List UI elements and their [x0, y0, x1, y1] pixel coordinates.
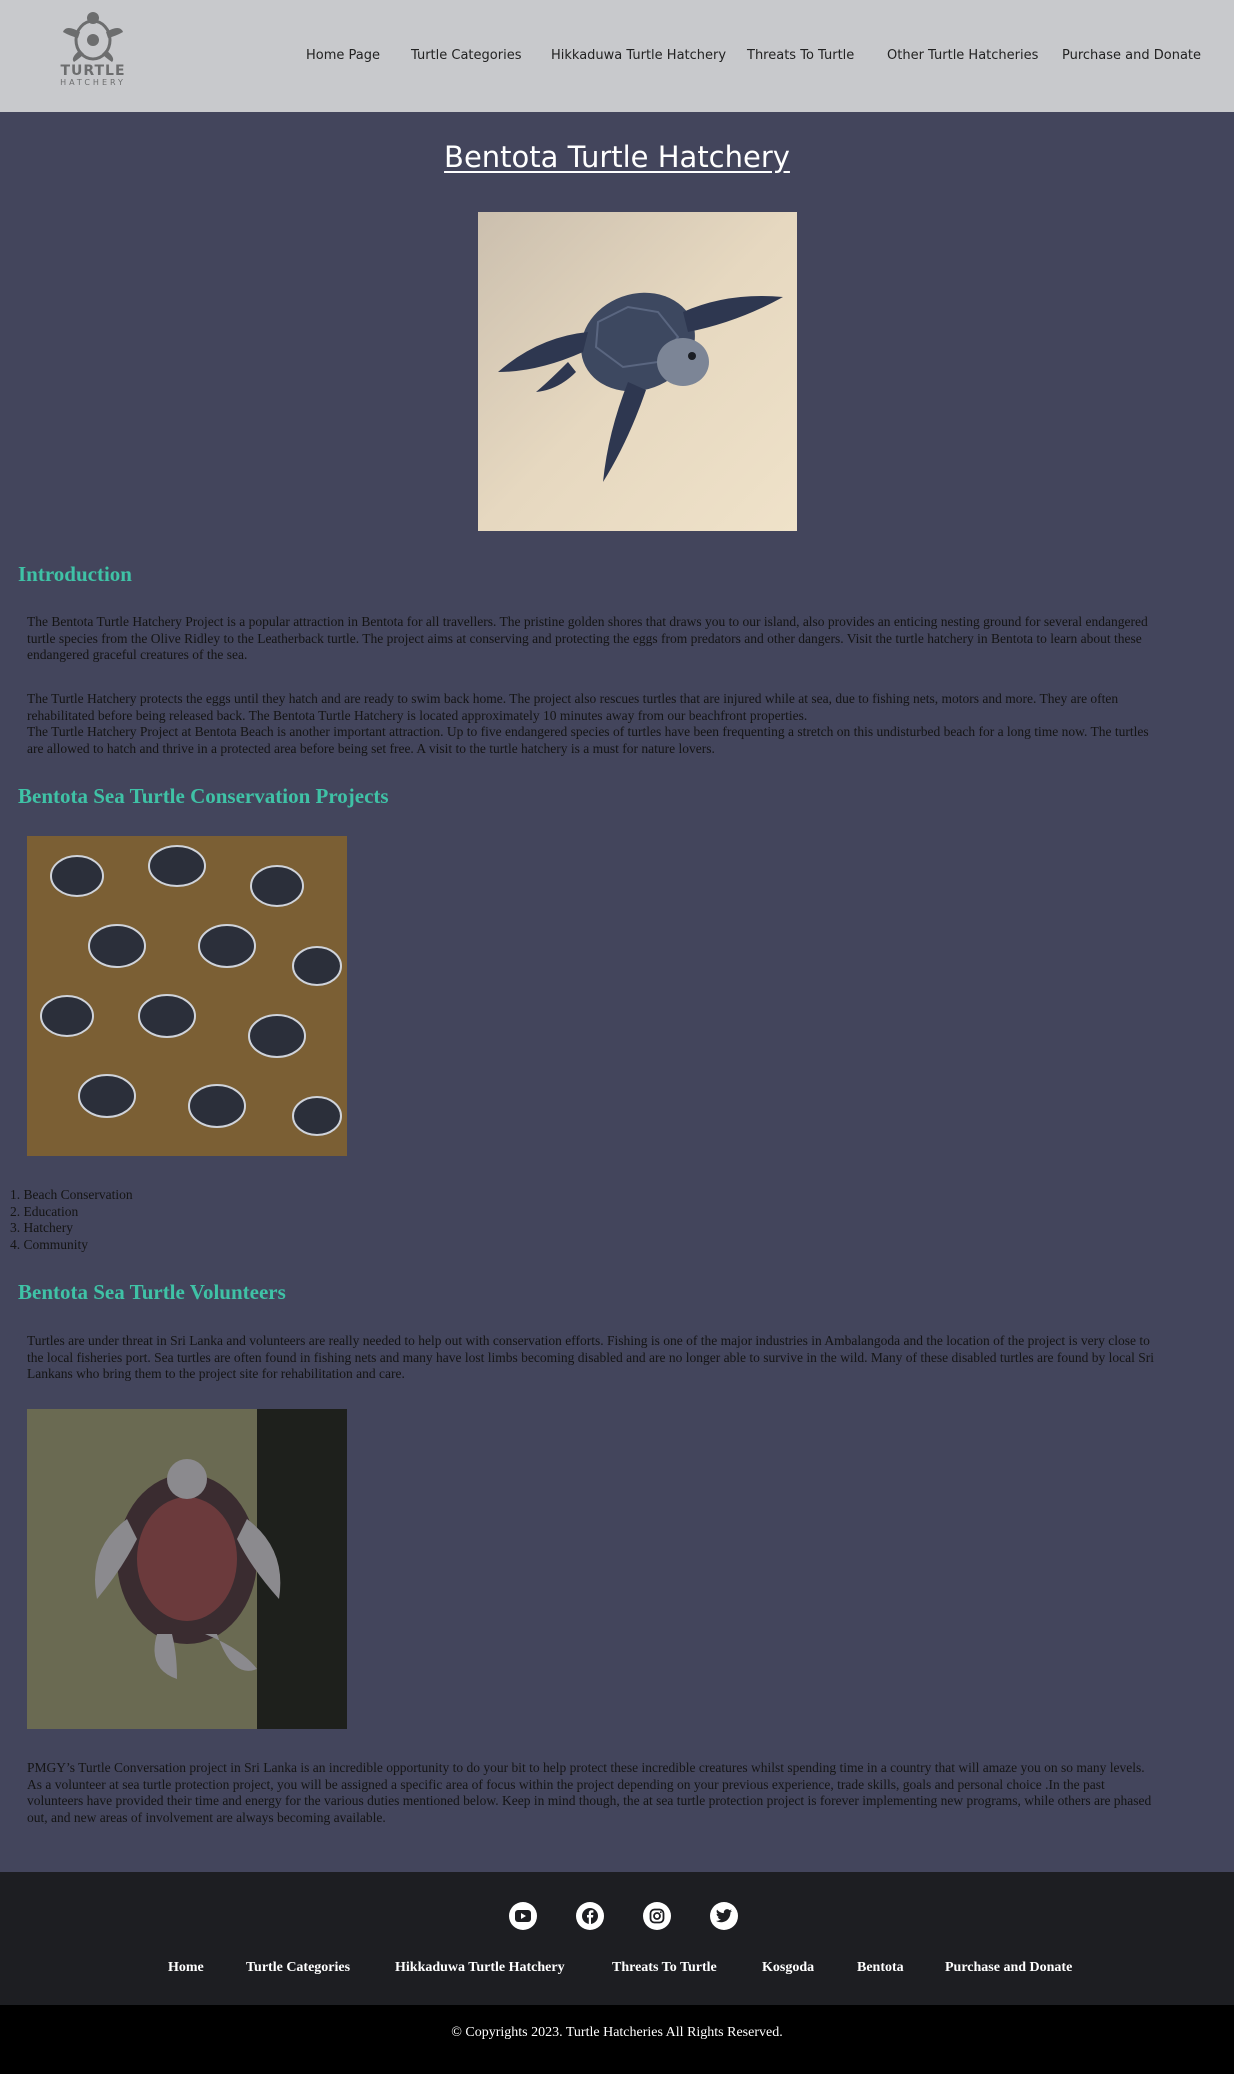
- list-item-label: Community: [23, 1237, 89, 1253]
- volunteers-paragraph-2: PMGY’s Turtle Conversation project in Sr…: [27, 1760, 1234, 1827]
- text-line: PMGY’s Turtle Conversation project in Sr…: [27, 1760, 1145, 1775]
- hatchlings-image: [27, 836, 347, 1156]
- facebook-icon[interactable]: [576, 1902, 604, 1930]
- footer-nav-threats-to-turtle[interactable]: Threats To Turtle: [612, 1960, 717, 1976]
- volunteers-paragraph-1: Turtles are under threat in Sri Lanka an…: [27, 1333, 1234, 1383]
- projects-list: 1. Beach Conservation 2. Education 3. Ha…: [10, 1187, 133, 1254]
- list-item-label: Education: [23, 1203, 79, 1219]
- swimming-turtle-image: [27, 1409, 347, 1729]
- nav-home-page[interactable]: Home Page: [306, 48, 380, 63]
- intro-paragraph-2: The Turtle Hatchery protects the eggs un…: [27, 691, 1234, 758]
- text-line: the local fisheries port. Sea turtles ar…: [27, 1349, 1154, 1365]
- section-heading-volunteers: Bentota Sea Turtle Volunteers: [18, 1280, 286, 1304]
- instagram-icon[interactable]: [643, 1902, 671, 1930]
- list-item: 3. Hatchery: [10, 1220, 73, 1236]
- text-line: The Bentota Turtle Hatchery Project is a…: [27, 614, 1148, 629]
- intro-paragraph-1: The Bentota Turtle Hatchery Project is a…: [27, 614, 1234, 664]
- twitter-icon[interactable]: [710, 1902, 738, 1930]
- list-item: 2. Education: [10, 1203, 79, 1219]
- logo-subtitle: HATCHERY: [60, 78, 126, 87]
- footer-nav-home[interactable]: Home: [168, 1960, 204, 1976]
- footer-nav-turtle-categories[interactable]: Turtle Categories: [246, 1960, 350, 1976]
- nav-hikkaduwa-turtle-hatchery[interactable]: Hikkaduwa Turtle Hatchery: [551, 48, 726, 63]
- main-nav: Home Page Turtle Categories Hikkaduwa Tu…: [0, 48, 1234, 68]
- nav-purchase-and-donate[interactable]: Purchase and Donate: [1062, 48, 1201, 63]
- footer-nav-hikkaduwa-turtle-hatchery[interactable]: Hikkaduwa Turtle Hatchery: [395, 1960, 565, 1976]
- text-line: The Turtle Hatchery protects the eggs un…: [27, 691, 1119, 706]
- nav-other-turtle-hatcheries[interactable]: Other Turtle Hatcheries: [887, 48, 1038, 63]
- text-line: turtle species from the Olive Ridley to …: [27, 630, 1142, 646]
- nav-threats-to-turtle[interactable]: Threats To Turtle: [747, 48, 854, 63]
- text-line: Lankans who bring them to the project si…: [27, 1366, 405, 1382]
- list-item-label: Hatchery: [23, 1220, 73, 1236]
- text-line: rehabilitated before being released back…: [27, 707, 808, 723]
- text-line: As a volunteer at sea turtle protection …: [27, 1776, 1105, 1792]
- text-line: Turtles are under threat in Sri Lanka an…: [27, 1333, 1150, 1348]
- copyright-text: © Copyrights 2023. Turtle Hatcheries All…: [451, 2025, 783, 2040]
- text-line: endangered graceful creatures of the sea…: [27, 647, 248, 663]
- footer-nav-kosgoda[interactable]: Kosgoda: [762, 1960, 814, 1976]
- site-header: TURTLE HATCHERY Home Page Turtle Categor…: [0, 0, 1234, 112]
- section-heading-conservation-projects: Bentota Sea Turtle Conservation Projects: [18, 784, 389, 808]
- text-line: The Turtle Hatchery Project at Bentota B…: [27, 724, 1149, 740]
- list-item: 1. Beach Conservation: [10, 1187, 133, 1202]
- text-line: out, and new areas of involvement are al…: [27, 1810, 386, 1826]
- hero-turtle-image: [478, 212, 797, 531]
- youtube-icon[interactable]: [509, 1902, 537, 1930]
- copyright-bar: © Copyrights 2023. Turtle Hatcheries All…: [0, 2005, 1234, 2074]
- footer-nav-bentota[interactable]: Bentota: [857, 1960, 904, 1976]
- list-item: 4. Community: [10, 1237, 89, 1253]
- section-heading-introduction: Introduction: [18, 562, 132, 586]
- text-line: volunteers have provided their time and …: [27, 1793, 1152, 1809]
- site-footer: Home Turtle Categories Hikkaduwa Turtle …: [0, 1872, 1234, 2005]
- list-item-label: Beach Conservation: [23, 1187, 133, 1202]
- page-title: Bentota Turtle Hatchery: [444, 140, 790, 174]
- nav-turtle-categories[interactable]: Turtle Categories: [411, 48, 521, 63]
- footer-nav-purchase-and-donate[interactable]: Purchase and Donate: [945, 1960, 1072, 1976]
- text-line: are allowed to hatch and thrive in a pro…: [27, 741, 715, 757]
